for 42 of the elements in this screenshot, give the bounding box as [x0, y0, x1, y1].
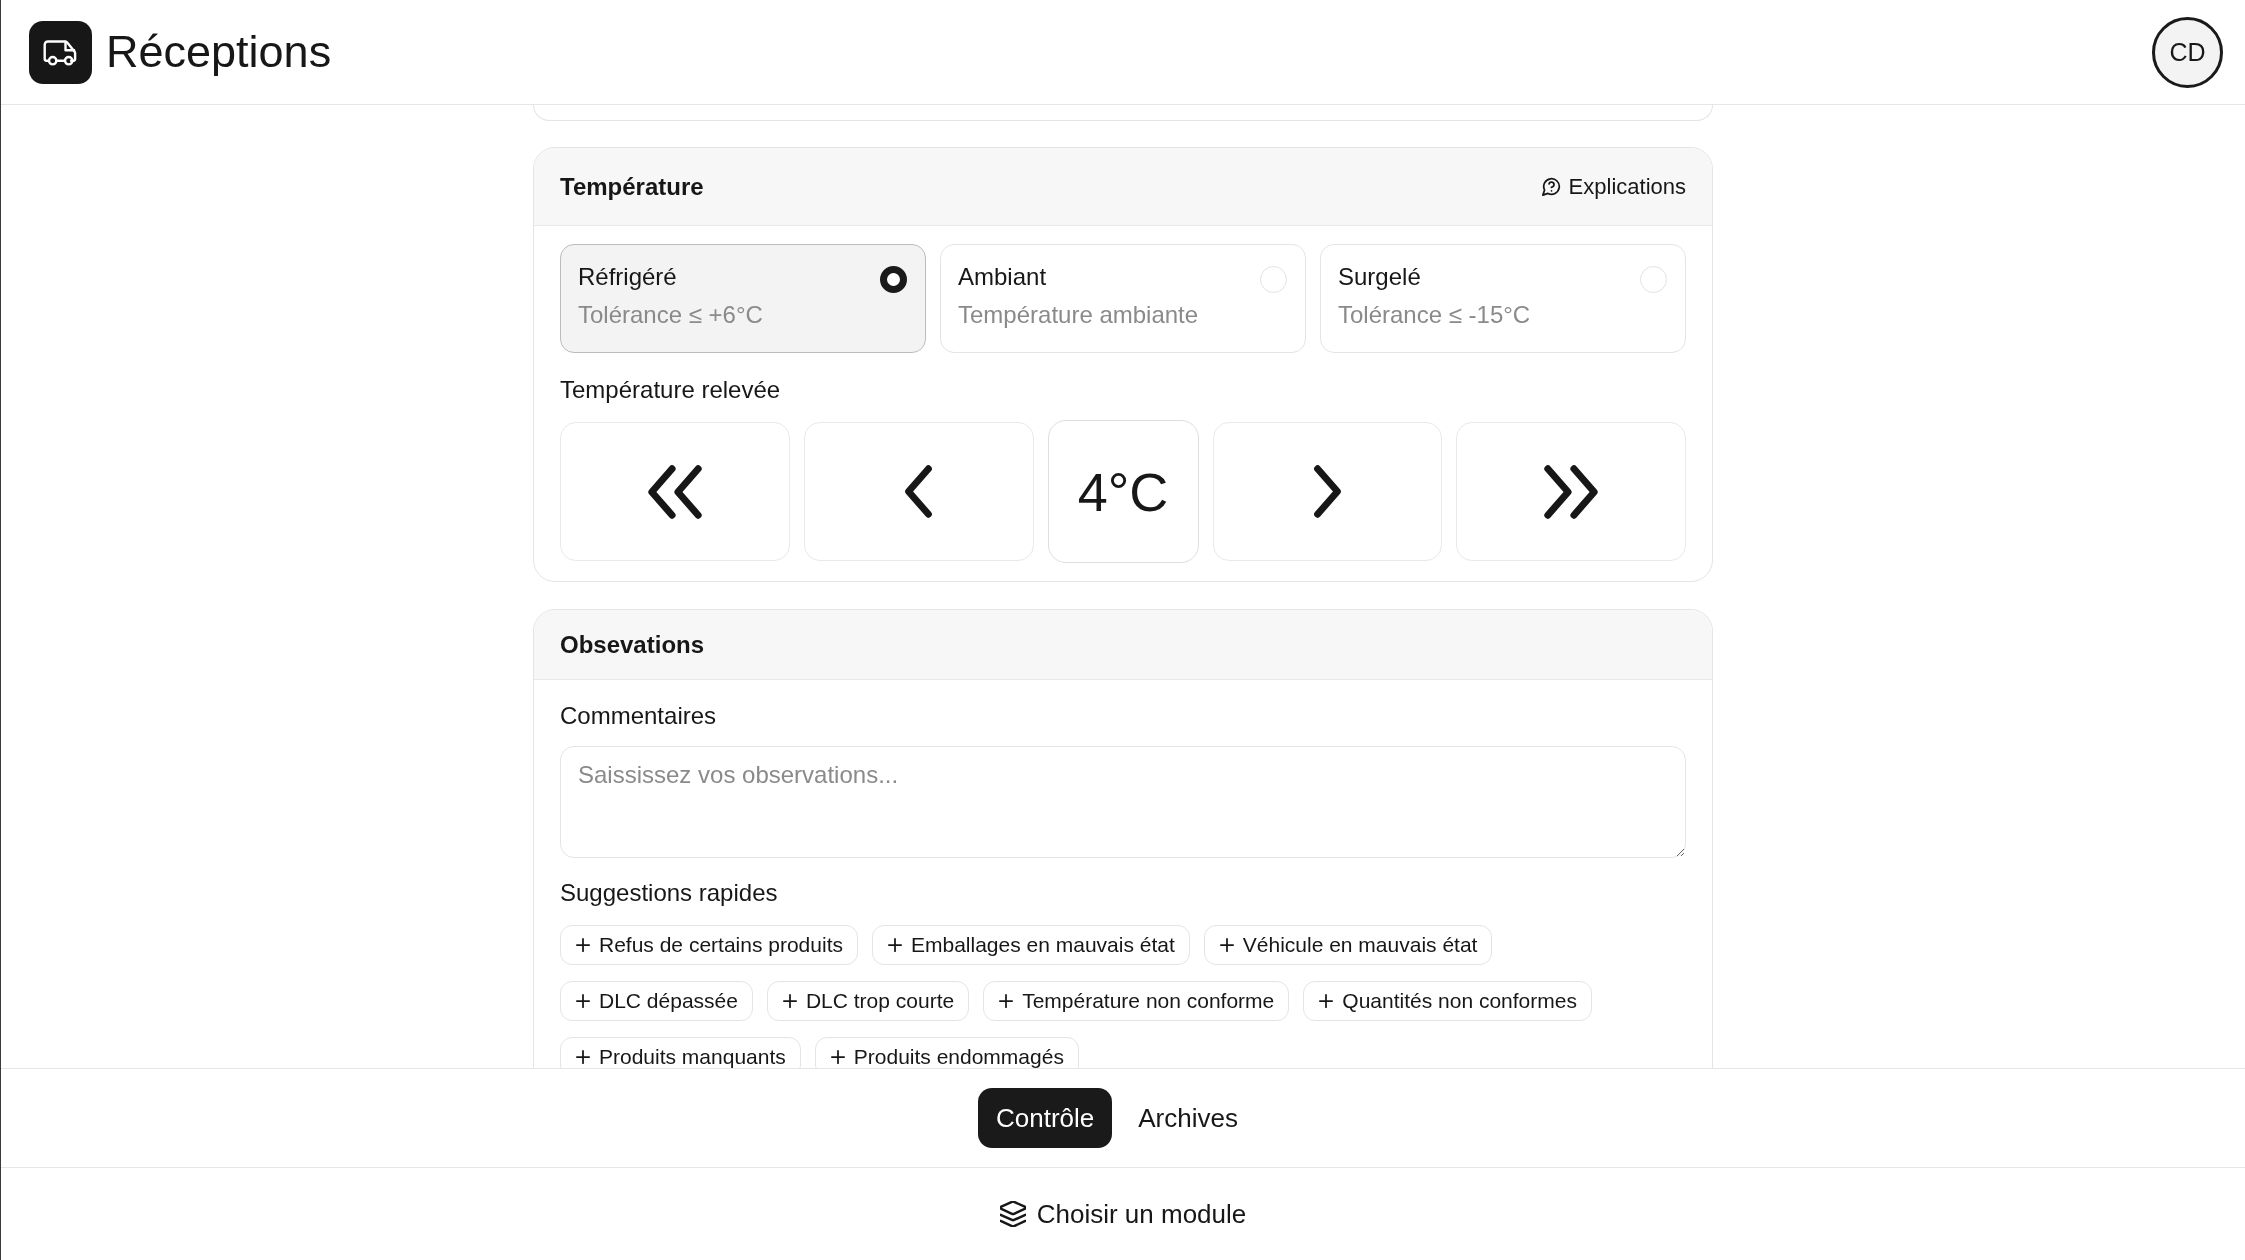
temperature-value: 4°C [1047, 420, 1199, 563]
plus-icon [576, 1050, 590, 1064]
suggestion-chip[interactable]: Produits endommagés [814, 1037, 1079, 1068]
layers-icon [999, 1201, 1026, 1227]
suggestion-chip[interactable]: Refus de certains produits [560, 925, 858, 965]
fast-decrease-button[interactable] [560, 422, 790, 561]
fast-increase-button[interactable] [1456, 422, 1686, 561]
comment-field[interactable]: Saississez vos observations... [560, 746, 1686, 858]
suggestion-chip[interactable]: DLC trop courte [766, 981, 970, 1021]
radio-icon [1640, 266, 1667, 293]
plus-icon [576, 938, 590, 952]
plus-icon [830, 1050, 845, 1064]
truck-icon [29, 20, 92, 84]
suggestion-chip[interactable]: Quantités non conformes [1303, 981, 1592, 1021]
suggestion-chip[interactable]: Véhicule en mauvais état [1203, 925, 1493, 965]
radio-icon [1260, 266, 1287, 293]
field-label: Commentaires [560, 701, 718, 731]
user-avatar[interactable]: CD [2152, 16, 2223, 88]
suggestion-chip[interactable]: Température non conforme [983, 981, 1290, 1021]
field-label: Suggestions rapides [560, 878, 779, 908]
suggestion-chip[interactable]: Emballages en mauvais état [871, 925, 1190, 965]
section-title: Température [560, 171, 704, 202]
field-label: Température relevée [560, 375, 782, 405]
option-card[interactable]: Réfrigéré Tolérance ≤ +6°C [560, 244, 926, 353]
tab[interactable]: Archives [1120, 1088, 1256, 1148]
plus-icon [999, 994, 1014, 1008]
plus-icon [1319, 994, 1334, 1008]
help-icon [1541, 177, 1561, 196]
suggestion-chip[interactable]: Produits manquants [560, 1037, 801, 1068]
module-button[interactable]: Choisir un module [999, 1198, 1247, 1230]
section-title: Obsevations [560, 629, 705, 660]
plus-icon [1219, 938, 1234, 952]
suggestion-chip[interactable]: DLC dépassée [560, 981, 753, 1021]
option-card[interactable]: Ambiant Température ambiante [940, 244, 1306, 353]
plus-icon [782, 994, 797, 1008]
plus-icon [887, 938, 902, 952]
plus-icon [576, 994, 590, 1008]
option-card[interactable]: Surgelé Tolérance ≤ -15°C [1320, 244, 1686, 353]
help-link[interactable]: Explications [1541, 173, 1686, 200]
radio-icon [880, 266, 907, 293]
page-title: Réceptions [106, 26, 332, 78]
tab[interactable]: Contrôle [978, 1088, 1113, 1148]
